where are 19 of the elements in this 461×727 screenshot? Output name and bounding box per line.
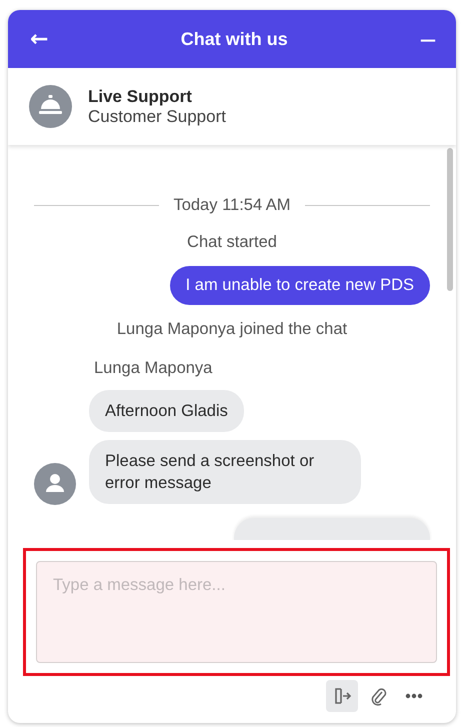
more-icon [405,693,423,699]
exit-button[interactable] [326,680,358,712]
window-title: Chat with us [180,28,289,50]
timestamp: Today 11:54 AM [173,196,291,214]
system-message: Chat started [187,232,277,252]
minimize-button[interactable]: — [420,30,436,48]
incoming-message: Please send a screenshot or error message [89,440,361,504]
back-button[interactable]: ← [30,26,48,52]
agent-role: Customer Support [88,106,226,126]
outgoing-message: I am unable to create new PDS [170,266,430,305]
service-bell-icon [29,85,72,128]
paperclip-icon [369,686,387,706]
message-field[interactable]: Type a message here... [36,561,437,663]
incoming-message: Afternoon Gladis [89,390,244,432]
agent-name: Live Support [88,86,193,106]
exit-icon [332,686,352,706]
sender-name: Lunga Maponya [94,358,212,378]
system-message: Lunga Maponya joined the chat [116,320,348,338]
scrollbar[interactable] [447,148,453,291]
